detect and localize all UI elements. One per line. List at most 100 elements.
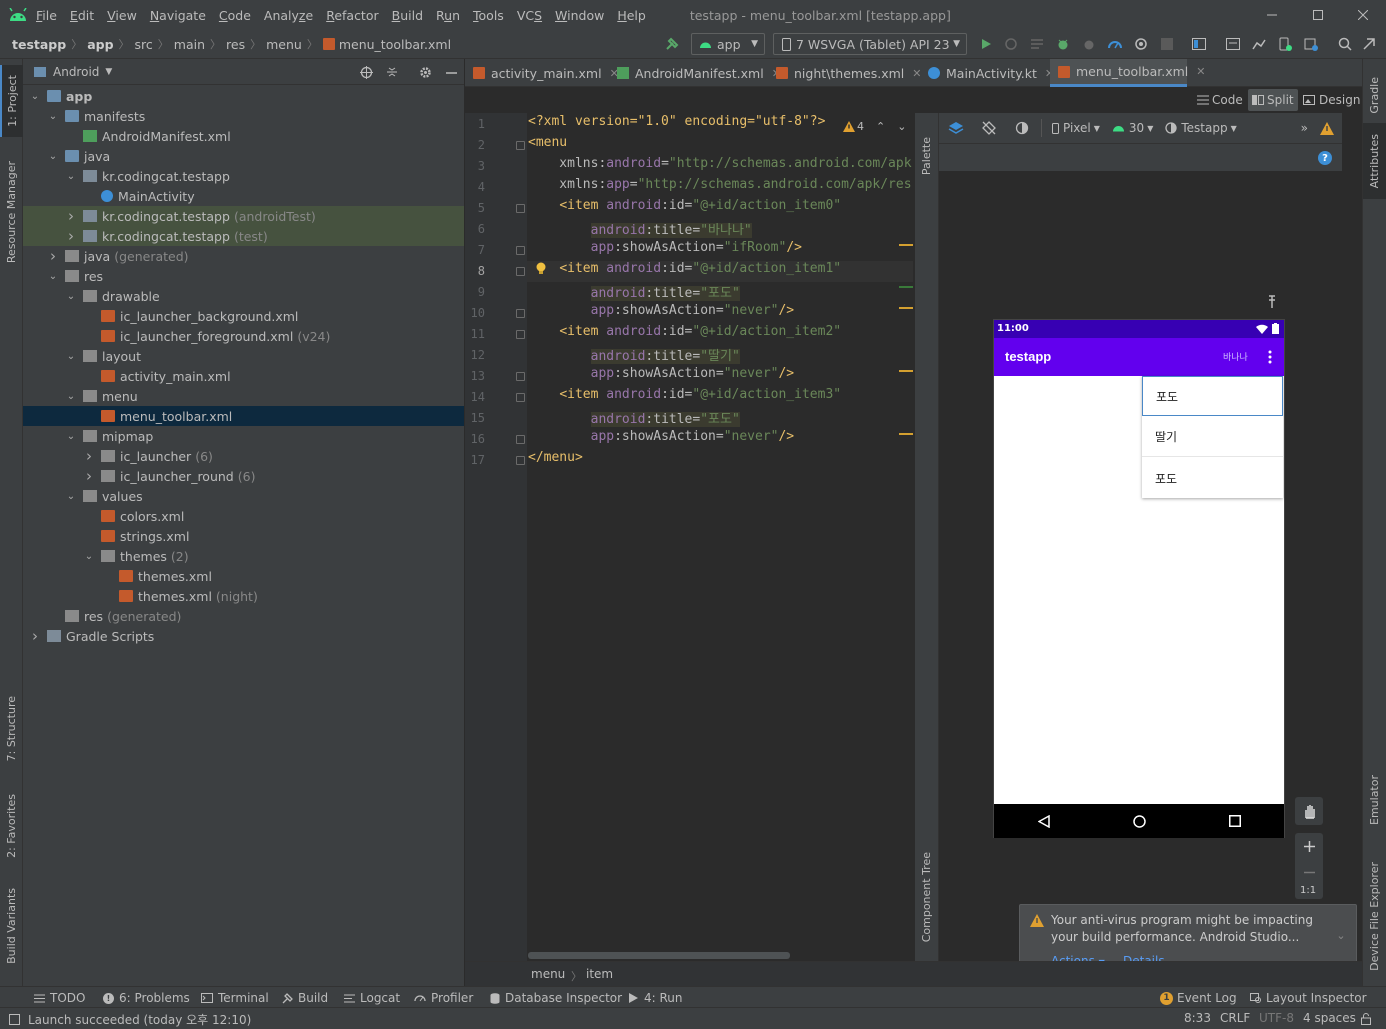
- editor-tab[interactable]: night\themes.xml ✕: [768, 59, 922, 87]
- fold-icon[interactable]: [516, 246, 525, 255]
- tree-item[interactable]: colors.xml: [23, 506, 464, 526]
- view-mode-code[interactable]: Code: [1197, 90, 1243, 110]
- more-actions-icon[interactable]: »: [1301, 121, 1308, 135]
- warning-marker[interactable]: [899, 244, 913, 246]
- lightbulb-icon[interactable]: [535, 261, 547, 277]
- home-icon[interactable]: [1132, 814, 1146, 828]
- chevron-down-icon[interactable]: ⌄: [29, 91, 41, 102]
- tab-resource-manager[interactable]: Resource Manager: [0, 153, 23, 271]
- fold-icon[interactable]: [516, 330, 525, 339]
- attach-profiler-icon[interactable]: [1132, 35, 1150, 53]
- chevron-down-icon[interactable]: ⌄: [65, 171, 77, 182]
- tree-item[interactable]: ⌄ kr.codingcat.testapp: [23, 166, 464, 186]
- editor-tab[interactable]: MainActivity.kt✕: [920, 59, 1054, 87]
- crumb-menu-element[interactable]: menu: [531, 967, 565, 981]
- zoom-in-icon[interactable]: [1302, 839, 1316, 853]
- tree-item[interactable]: themes.xml (night): [23, 586, 464, 606]
- chevron-down-icon[interactable]: ⌄: [47, 271, 59, 282]
- tool-build[interactable]: Build: [282, 987, 328, 1009]
- settings-sync-icon[interactable]: [1360, 35, 1378, 53]
- tree-item[interactable]: ⌄ manifests: [23, 106, 464, 126]
- chevron-right-icon[interactable]: ›: [65, 207, 77, 225]
- fold-icon[interactable]: [516, 456, 525, 465]
- tab-structure[interactable]: 7: Structure: [0, 689, 23, 769]
- inspection-widget[interactable]: 4 ⌃ ⌄: [843, 118, 906, 134]
- warning-marker[interactable]: [899, 370, 913, 372]
- api-level-select[interactable]: 30 ▼: [1112, 121, 1153, 135]
- caret-position[interactable]: 8:33: [1184, 1011, 1211, 1025]
- tree-item[interactable]: ⌄ layout: [23, 346, 464, 366]
- editor-tab[interactable]: activity_main.xml ✕: [465, 59, 619, 87]
- tab-project[interactable]: 1: Project: [0, 65, 23, 137]
- tree-item[interactable]: ⌄ menu: [23, 386, 464, 406]
- tab-emulator[interactable]: Emulator: [1363, 765, 1386, 835]
- tree-item[interactable]: ic_launcher_background.xml: [23, 306, 464, 326]
- chevron-down-icon[interactable]: ⌄: [897, 120, 906, 133]
- overflow-menu-icon[interactable]: [1266, 349, 1274, 365]
- help-icon[interactable]: ?: [1318, 151, 1332, 165]
- fold-icon[interactable]: [516, 204, 525, 213]
- tree-item[interactable]: res (generated): [23, 606, 464, 626]
- chevron-down-icon[interactable]: ⌄: [65, 351, 77, 362]
- profile-icon[interactable]: [1106, 35, 1124, 53]
- warning-icon[interactable]: [1320, 121, 1334, 135]
- night-mode-icon[interactable]: [1013, 121, 1031, 135]
- tree-item[interactable]: menu_toolbar.xml: [23, 406, 464, 426]
- crumb-menu[interactable]: menu: [266, 37, 302, 52]
- menu-item-refactor[interactable]: Refactor: [326, 8, 385, 23]
- chevron-right-icon[interactable]: ›: [47, 247, 59, 265]
- locate-icon[interactable]: [358, 64, 374, 80]
- lock-icon[interactable]: [1360, 1012, 1372, 1025]
- collapse-all-icon[interactable]: [384, 64, 400, 80]
- horizontal-scrollbar[interactable]: [528, 952, 790, 959]
- close-tab-icon[interactable]: ✕: [1196, 65, 1205, 78]
- run-icon[interactable]: [977, 35, 995, 53]
- fold-icon[interactable]: [516, 267, 525, 276]
- hide-panel-icon[interactable]: [443, 64, 459, 80]
- tool-terminal[interactable]: Terminal: [201, 987, 269, 1009]
- stop-icon[interactable]: [1158, 35, 1176, 53]
- menu-item-build[interactable]: Build: [392, 8, 430, 23]
- chevron-down-icon[interactable]: ⌄: [47, 111, 59, 122]
- chevron-down-icon[interactable]: ⌄: [1335, 929, 1347, 942]
- toggle-tool-windows-icon[interactable]: [8, 1013, 20, 1025]
- tool-database-inspector[interactable]: Database Inspector: [490, 987, 622, 1009]
- tool-profiler[interactable]: Profiler: [414, 987, 473, 1009]
- tree-item[interactable]: ⌄ mipmap: [23, 426, 464, 446]
- theme-select[interactable]: Testapp ▼: [1165, 121, 1237, 135]
- crumb-src[interactable]: src: [135, 37, 153, 52]
- fold-icon[interactable]: [516, 309, 525, 318]
- fold-icon[interactable]: [516, 435, 525, 444]
- chevron-up-icon[interactable]: ⌃: [876, 120, 885, 133]
- phone-action-item[interactable]: 바나나: [1223, 350, 1248, 363]
- tab-favorites[interactable]: 2: Favorites: [0, 783, 23, 869]
- attach-debugger-icon[interactable]: [1080, 35, 1098, 53]
- tab-gradle[interactable]: Gradle: [1363, 65, 1386, 125]
- menu-item-tools[interactable]: Tools: [473, 8, 511, 23]
- device-select[interactable]: 7 WSVGA (Tablet) API 23 ▼: [773, 33, 967, 55]
- chevron-right-icon[interactable]: ›: [83, 467, 95, 485]
- menu-item-navigate[interactable]: Navigate: [150, 8, 213, 23]
- avd-manager-icon[interactable]: [1276, 35, 1294, 53]
- warning-marker[interactable]: [899, 433, 913, 435]
- chevron-down-icon[interactable]: ▼: [105, 67, 112, 77]
- close-window-button[interactable]: [1340, 0, 1386, 30]
- tab-build-variants[interactable]: Build Variants: [0, 881, 23, 971]
- chevron-right-icon[interactable]: ›: [83, 447, 95, 465]
- maximize-button[interactable]: [1295, 0, 1341, 30]
- tree-item[interactable]: ic_launcher_foreground.xml (v24): [23, 326, 464, 346]
- tree-item[interactable]: MainActivity: [23, 186, 464, 206]
- debug-icon[interactable]: [1054, 35, 1072, 53]
- overflow-item[interactable]: 포도: [1142, 376, 1283, 416]
- chevron-right-icon[interactable]: ›: [29, 627, 41, 645]
- device-preview-select[interactable]: Pixel ▼: [1052, 121, 1100, 135]
- tree-item[interactable]: ⌄ drawable: [23, 286, 464, 306]
- tab-component-tree[interactable]: Component Tree: [915, 837, 938, 957]
- tree-item[interactable]: strings.xml: [23, 526, 464, 546]
- chevron-down-icon[interactable]: ⌄: [47, 151, 59, 162]
- tool-logcat[interactable]: Logcat: [344, 987, 400, 1009]
- tree-item[interactable]: › kr.codingcat.testapp (androidTest): [23, 206, 464, 226]
- menu-item-edit[interactable]: Edit: [70, 8, 101, 23]
- tree-item[interactable]: › Gradle Scripts: [23, 626, 464, 646]
- menu-item-view[interactable]: View: [107, 8, 144, 23]
